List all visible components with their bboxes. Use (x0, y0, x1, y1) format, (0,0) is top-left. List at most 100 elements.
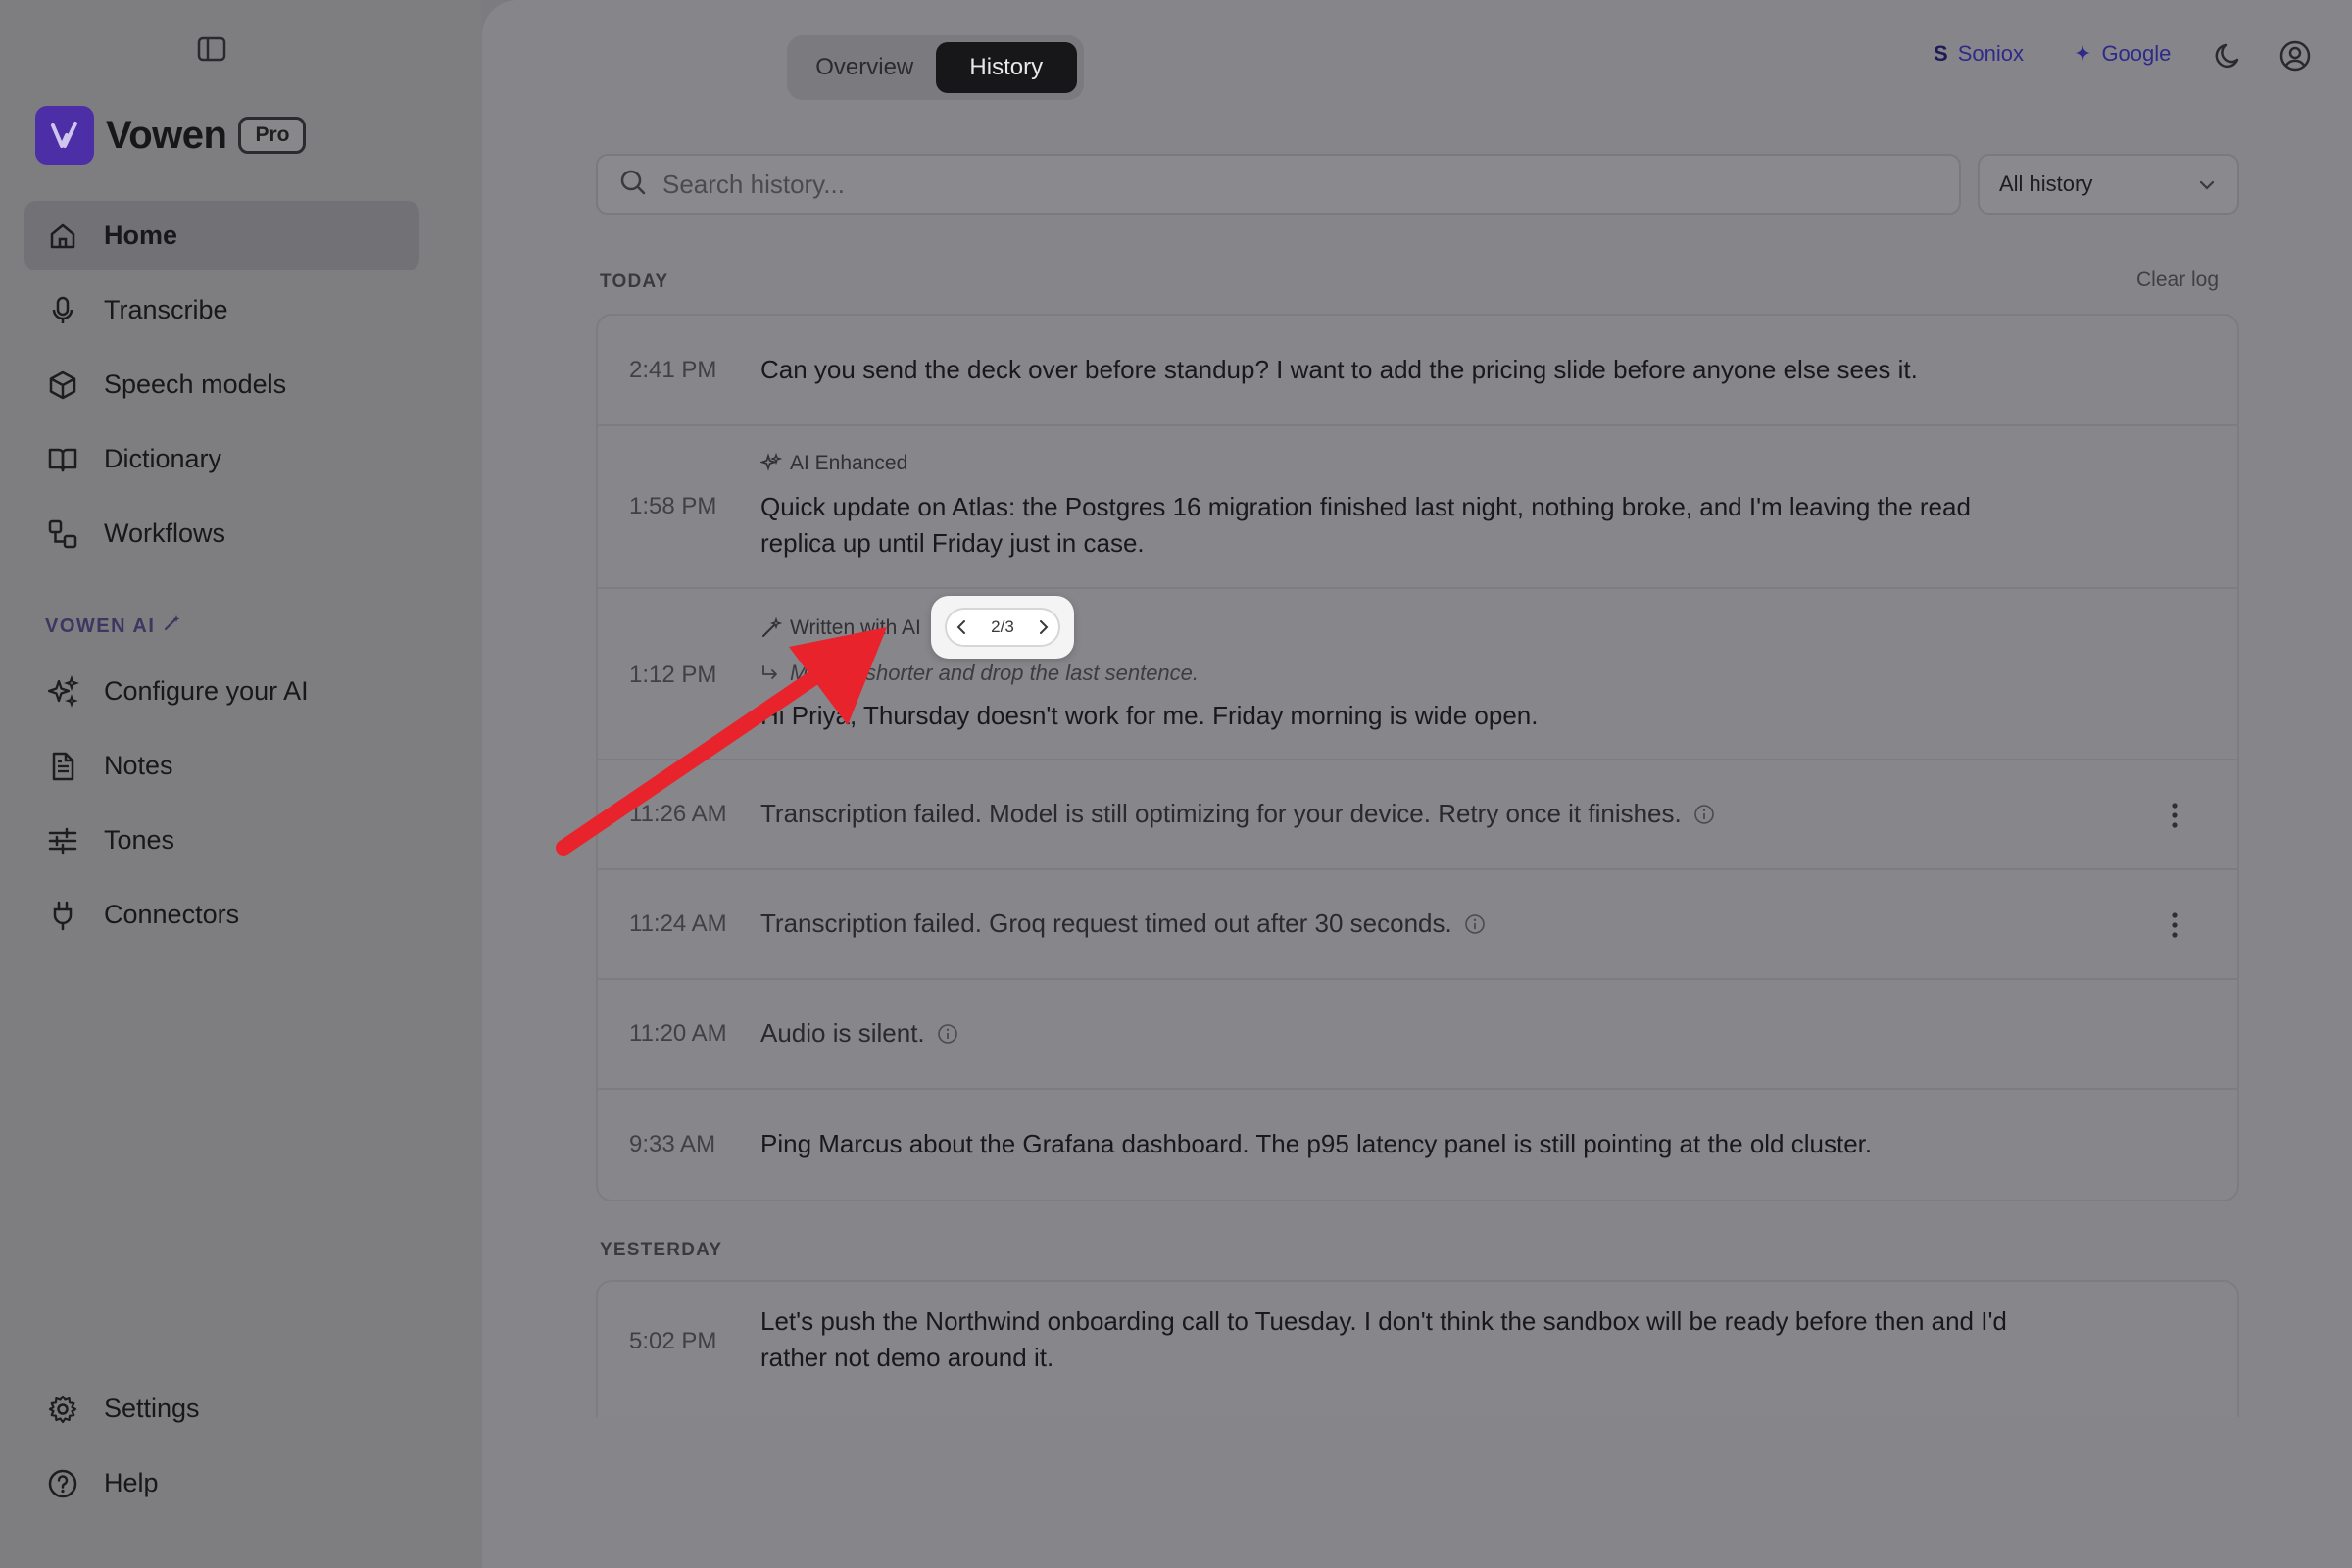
nav-label: Configure your AI (104, 676, 309, 706)
nav-item-transcribe[interactable]: Transcribe (24, 275, 419, 345)
nav-item-home[interactable]: Home (24, 201, 419, 270)
workflow-icon (46, 517, 79, 551)
nav-item-notes[interactable]: Notes (24, 731, 419, 801)
sparkles-icon (46, 674, 79, 709)
nav-label: Connectors (104, 900, 240, 929)
microphone-icon (46, 294, 79, 327)
entry-text: Hi Priya, Thursday doesn't work for me. … (760, 701, 1539, 730)
failure-message: Transcription failed. Model is still opt… (760, 799, 1682, 828)
entry-time: 2:41 PM (629, 357, 717, 383)
provider-label: Google (2101, 41, 2172, 66)
history-row[interactable]: 5:02 PM Let's push the Northwind onboard… (598, 1282, 2237, 1417)
chevron-down-icon (2198, 172, 2216, 197)
moon-icon[interactable] (2212, 39, 2245, 73)
ai-instruction: Make it shorter and drop the last senten… (760, 661, 1199, 686)
wand-icon (163, 614, 180, 638)
sidebar: Vowen Pro Home Transcribe Speech models … (0, 0, 482, 1568)
toggle-sidebar-icon[interactable] (196, 35, 227, 63)
history-list-today: 2:41 PM Can you send the deck over befor… (596, 314, 2239, 1201)
search-box (596, 154, 1961, 215)
chevron-right-icon[interactable] (1037, 618, 1051, 636)
ai-nav: Configure your AI Notes Tones Connectors (24, 657, 419, 955)
nav-item-tones[interactable]: Tones (24, 806, 419, 875)
history-row[interactable]: AI Enhanced 1:58 PM Quick update on Atla… (598, 426, 2237, 589)
sparkles-icon (760, 453, 782, 471)
nav-item-connectors[interactable]: Connectors (24, 880, 419, 950)
primary-nav: Home Transcribe Speech models Dictionary… (24, 201, 419, 573)
group-label-yesterday: YESTERDAY (600, 1240, 723, 1260)
view-tabs: Overview History (787, 35, 1084, 100)
provider-label: Soniox (1957, 41, 2024, 66)
history-filter-select[interactable]: All history (1978, 154, 2239, 215)
vowen-logo-icon (35, 106, 94, 165)
provider-soniox[interactable]: S Soniox (1934, 41, 2024, 67)
more-options-icon[interactable] (2163, 799, 2186, 832)
account-icon[interactable] (2278, 39, 2312, 73)
failure-message: Audio is silent. (760, 1018, 925, 1048)
nav-label: Dictionary (104, 444, 222, 473)
cube-icon (46, 368, 79, 402)
brand: Vowen Pro (35, 105, 307, 166)
sliders-icon (46, 824, 79, 858)
reply-arrow-icon (762, 665, 777, 679)
entry-text: Transcription failed. Groq request timed… (760, 906, 2034, 942)
entry-time: 11:24 AM (629, 910, 727, 937)
entry-text: Can you send the deck over before standu… (760, 355, 1918, 384)
entry-time: 5:02 PM (629, 1328, 717, 1354)
nav-item-speech-models[interactable]: Speech models (24, 350, 419, 419)
nav-label: Tones (104, 825, 175, 855)
plug-icon (46, 899, 79, 932)
entry-text: Transcription failed. Model is still opt… (760, 796, 2034, 832)
app-name: Vowen (106, 113, 227, 157)
entry-text: Ping Marcus about the Grafana dashboard.… (760, 1129, 1873, 1158)
history-row[interactable]: 2:41 PM Can you send the deck over befor… (598, 316, 2237, 426)
plan-badge: Pro (238, 117, 307, 154)
entry-time: 9:33 AM (629, 1131, 716, 1157)
tab-overview[interactable]: Overview (794, 42, 936, 93)
note-icon (46, 750, 79, 783)
section-label-vowen-ai: VOWEN AI (45, 614, 180, 638)
version-pager-control: 2/3 (945, 608, 1060, 647)
history-row[interactable]: Written with AI Make it shorter and drop… (598, 589, 2237, 760)
nav-item-settings[interactable]: Settings (24, 1374, 419, 1444)
book-icon (46, 443, 79, 476)
section-label-text: VOWEN AI (45, 614, 156, 637)
chevron-left-icon[interactable] (955, 618, 968, 636)
clear-log-button[interactable]: Clear log (2136, 269, 2219, 292)
group-label-today: TODAY (600, 271, 669, 292)
help-icon (46, 1467, 79, 1500)
nav-item-configure-ai[interactable]: Configure your AI (24, 657, 419, 726)
entry-text: Let's push the Northwind onboarding call… (760, 1306, 2007, 1372)
tag-label: AI Enhanced (790, 452, 908, 474)
nav-label: Settings (104, 1394, 200, 1423)
gear-icon (46, 1393, 79, 1426)
search-input[interactable] (662, 169, 1838, 200)
entry-text: Audio is silent. (760, 1015, 2034, 1052)
info-icon[interactable] (1464, 908, 1486, 934)
entry-time: 11:20 AM (629, 1020, 727, 1047)
tab-history[interactable]: History (935, 42, 1077, 93)
provider-google[interactable]: ✦ Google (2074, 41, 2171, 67)
history-row[interactable]: 11:20 AM Audio is silent. (598, 980, 2237, 1090)
soniox-icon: S (1934, 41, 1948, 66)
version-counter: 2/3 (991, 617, 1014, 636)
history-row[interactable]: 9:33 AM Ping Marcus about the Grafana da… (598, 1090, 2237, 1200)
filter-selected: All history (1999, 172, 2093, 196)
history-list-yesterday: 5:02 PM Let's push the Northwind onboard… (596, 1280, 2239, 1417)
nav-item-help[interactable]: Help (24, 1448, 419, 1518)
nav-label: Transcribe (104, 295, 228, 324)
info-icon[interactable] (937, 1018, 958, 1044)
history-row[interactable]: 11:24 AM Transcription failed. Groq requ… (598, 870, 2237, 980)
info-icon[interactable] (1693, 799, 1715, 824)
nav-label: Notes (104, 751, 173, 780)
nav-label: Home (104, 220, 178, 250)
instruction-text: Make it shorter and drop the last senten… (790, 661, 1200, 685)
nav-item-dictionary[interactable]: Dictionary (24, 424, 419, 494)
more-options-icon[interactable] (2163, 908, 2186, 942)
written-with-ai-tag: Written with AI (760, 616, 921, 640)
wand-icon (762, 617, 782, 637)
nav-item-workflows[interactable]: Workflows (24, 499, 419, 568)
entry-time: 11:26 AM (629, 801, 727, 827)
failure-message: Transcription failed. Groq request timed… (760, 908, 1452, 938)
history-row[interactable]: 11:26 AM Transcription failed. Model is … (598, 760, 2237, 870)
